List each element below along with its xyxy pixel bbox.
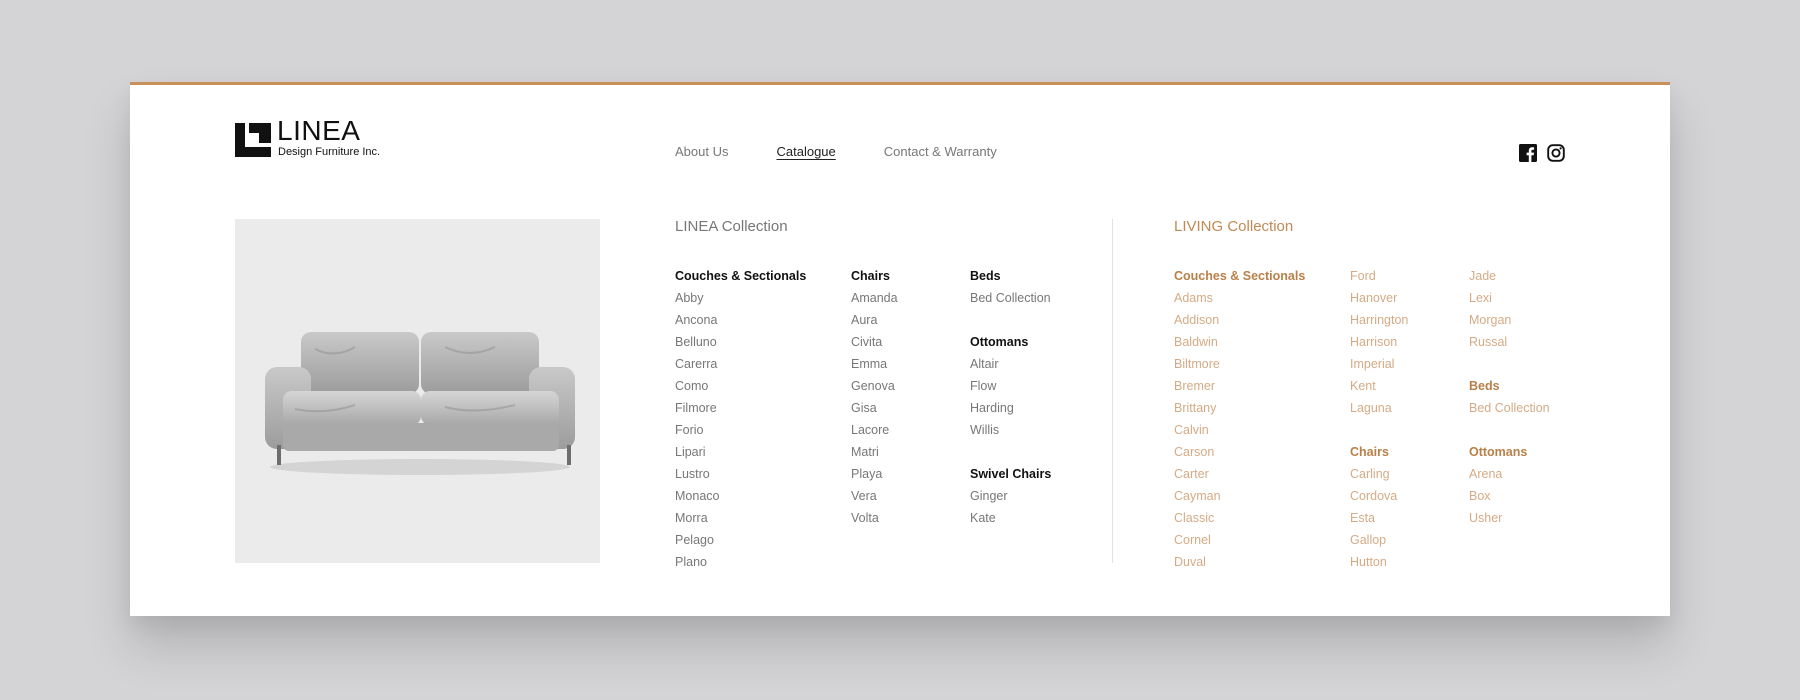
list-item[interactable]: Ancona (675, 309, 806, 331)
instagram-icon[interactable] (1547, 144, 1565, 162)
living-couches-column: Couches & Sectionals Adams Addison Baldw… (1174, 265, 1305, 573)
mega-menu-panel: LINEA Design Furniture Inc. About Us Cat… (130, 82, 1670, 616)
list-item[interactable]: Gisa (851, 397, 898, 419)
list-item[interactable]: Kent (1350, 375, 1408, 397)
linea-swivel-heading: Swivel Chairs (970, 467, 1052, 481)
list-item[interactable]: Belluno (675, 331, 806, 353)
list-item[interactable]: Lacore (851, 419, 898, 441)
list-item[interactable]: Hutton (1350, 551, 1408, 573)
list-item[interactable]: Laguna (1350, 397, 1408, 419)
list-item[interactable]: Lexi (1469, 287, 1550, 309)
linea-chairs-heading: Chairs (851, 269, 890, 283)
list-item[interactable]: Abby (675, 287, 806, 309)
list-item[interactable]: Harrington (1350, 309, 1408, 331)
list-item[interactable]: Biltmore (1174, 353, 1305, 375)
list-item[interactable]: Arena (1469, 463, 1550, 485)
list-item[interactable]: Civita (851, 331, 898, 353)
linea-ottomans-heading: Ottomans (970, 335, 1029, 349)
living-beds-heading: Beds (1469, 379, 1500, 393)
list-item[interactable]: Ginger (970, 485, 1051, 507)
list-item[interactable]: Willis (970, 419, 1051, 441)
list-item[interactable]: Bed Collection (1469, 397, 1550, 419)
list-item[interactable]: Vera (851, 485, 898, 507)
living-ottomans-heading: Ottomans (1469, 445, 1528, 459)
collection-divider (1112, 219, 1113, 563)
living-couches-cont-chairs-column: Ford Hanover Harrington Harrison Imperia… (1350, 265, 1408, 573)
list-item[interactable]: Amanda (851, 287, 898, 309)
list-item[interactable]: Genova (851, 375, 898, 397)
list-item[interactable]: Morgan (1469, 309, 1550, 331)
list-item[interactable]: Usher (1469, 507, 1550, 529)
list-item[interactable]: Brittany (1174, 397, 1305, 419)
facebook-icon[interactable] (1519, 144, 1537, 162)
list-item[interactable]: Cayman (1174, 485, 1305, 507)
list-item[interactable]: Harding (970, 397, 1051, 419)
linea-couches-heading: Couches & Sectionals (675, 269, 807, 283)
sofa-illustration (265, 332, 575, 475)
list-item[interactable]: Carling (1350, 463, 1408, 485)
list-item[interactable]: Cordova (1350, 485, 1408, 507)
list-item[interactable]: Bremer (1174, 375, 1305, 397)
linea-collection-title: LINEA Collection (675, 218, 788, 235)
list-item[interactable]: Lipari (675, 441, 806, 463)
list-item[interactable]: Emma (851, 353, 898, 375)
linea-beds-heading: Beds (970, 269, 1001, 283)
list-item[interactable]: Flow (970, 375, 1051, 397)
list-item[interactable]: Bed Collection (970, 287, 1051, 309)
list-item[interactable]: Volta (851, 507, 898, 529)
main-nav: About Us Catalogue Contact & Warranty (675, 144, 997, 159)
list-item[interactable]: Filmore (675, 397, 806, 419)
list-item[interactable]: Pelago (675, 529, 806, 551)
list-item[interactable]: Carter (1174, 463, 1305, 485)
list-item[interactable]: Ford (1350, 265, 1408, 287)
logo-mark-icon (235, 123, 271, 157)
product-image (235, 219, 600, 563)
list-item[interactable]: Aura (851, 309, 898, 331)
list-item[interactable]: Adams (1174, 287, 1305, 309)
list-item[interactable]: Lustro (675, 463, 806, 485)
list-item[interactable]: Morra (675, 507, 806, 529)
list-item[interactable]: Monaco (675, 485, 806, 507)
list-item[interactable]: Forio (675, 419, 806, 441)
list-item[interactable]: Esta (1350, 507, 1408, 529)
living-chairs-heading: Chairs (1350, 445, 1389, 459)
living-couches-heading: Couches & Sectionals (1174, 269, 1306, 283)
list-item[interactable]: Como (675, 375, 806, 397)
list-item[interactable]: Imperial (1350, 353, 1408, 375)
linea-couches-column: Couches & Sectionals Abby Ancona Belluno… (675, 265, 806, 573)
list-item[interactable]: Baldwin (1174, 331, 1305, 353)
brand-tagline: Design Furniture Inc. (278, 146, 381, 158)
list-item[interactable]: Harrison (1350, 331, 1408, 353)
list-item[interactable]: Box (1469, 485, 1550, 507)
list-item[interactable]: Playa (851, 463, 898, 485)
list-item[interactable]: Kate (970, 507, 1051, 529)
linea-chairs-column: Chairs Amanda Aura Civita Emma Genova Gi… (851, 265, 898, 529)
nav-about-us[interactable]: About Us (675, 144, 728, 159)
list-item[interactable]: Russal (1469, 331, 1550, 353)
list-item[interactable]: Carerra (675, 353, 806, 375)
list-item[interactable]: Calvin (1174, 419, 1305, 441)
list-item[interactable]: Hanover (1350, 287, 1408, 309)
living-collection-title: LIVING Collection (1174, 218, 1294, 235)
list-item[interactable]: Addison (1174, 309, 1305, 331)
living-couches-cont2-beds-ottomans-column: Jade Lexi Morgan Russal Beds Bed Collect… (1469, 265, 1550, 529)
list-item[interactable]: Jade (1469, 265, 1550, 287)
list-item[interactable]: Classic (1174, 507, 1305, 529)
list-item[interactable]: Plano (675, 551, 806, 573)
nav-contact-warranty[interactable]: Contact & Warranty (884, 144, 997, 159)
list-item[interactable]: Altair (970, 353, 1051, 375)
nav-catalogue[interactable]: Catalogue (776, 144, 835, 159)
brand-name: LINEA (277, 115, 361, 146)
social-links (1519, 144, 1565, 162)
list-item[interactable]: Carson (1174, 441, 1305, 463)
list-item[interactable]: Cornel (1174, 529, 1305, 551)
list-item[interactable]: Duval (1174, 551, 1305, 573)
list-item[interactable]: Matri (851, 441, 898, 463)
linea-beds-ottomans-swivel-column: Beds Bed Collection Ottomans Altair Flow… (970, 265, 1051, 529)
list-item[interactable]: Gallop (1350, 529, 1408, 551)
